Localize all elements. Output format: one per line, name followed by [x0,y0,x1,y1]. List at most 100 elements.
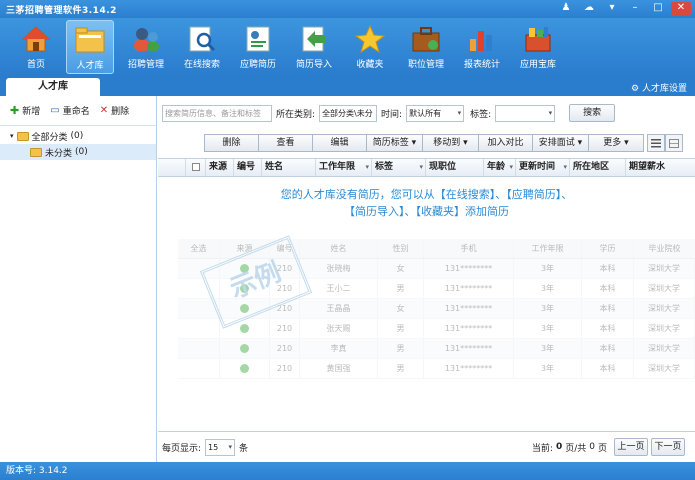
col-name[interactable]: 姓名 [262,159,316,176]
resume-icon [240,344,249,353]
minimize-button[interactable]: – [625,2,645,15]
tree-label: 全部分类 [31,132,68,143]
title-bar: 三茅招聘管理软件3.14.2 ♟ ☁ ▾ – □ ✕ [0,0,695,18]
resume-icon [242,23,274,55]
time-select[interactable]: 默认所有 ▾ [406,104,465,122]
move-to-button[interactable]: 移动到 ▾ [422,134,478,152]
toolbar-applications[interactable]: 应聘简历 [234,20,282,74]
per-page-label: 每页显示: [162,444,202,454]
col-update-time[interactable]: 更新时间 ▾ [516,159,570,176]
content-area: 搜索简历信息、备注和标签 所在类别: 全部分类\未分 时间: 默认所有 ▾ 标签:… [158,96,695,462]
toolbar-favorites[interactable]: 收藏夹 [346,20,394,74]
list-view-icon[interactable] [647,134,665,152]
maximize-button[interactable]: □ [648,2,668,15]
col-current-position[interactable]: 现职位 [426,159,484,176]
menu-icon[interactable]: ▾ [602,2,622,15]
tag-label: 标签: [470,109,492,120]
current-label: 当前: [531,443,553,454]
main-panel: ✚ 新增 ▭ 重命名 ✕ 删除 ▾ 全部分类 (0) 未分类 (0) 搜索简历信… [0,96,695,462]
col-location[interactable]: 所在地区 [570,159,626,176]
import-icon [298,23,330,55]
more-button[interactable]: 更多 ▾ [588,134,644,152]
page-nav: 当前: 0 页/共 0 页 上一页 下一页 [532,438,685,456]
tab-talent-pool[interactable]: 人才库 [6,78,100,96]
search-button[interactable]: 搜索 [569,104,616,122]
col-work-years[interactable]: 工作年限 ▾ [316,159,372,176]
detail-view-icon[interactable] [665,134,683,152]
search-input[interactable]: 搜索简历信息、备注和标签 [162,104,272,122]
toolbar-recruit-manage[interactable]: 招聘管理 [122,20,170,74]
add-category-button[interactable]: ✚ 新增 [10,104,40,117]
rename-icon: ▭ [50,105,60,116]
sample-col: 毕业院校 [648,244,681,253]
tab-bar: 人才库 ⚙ 人才库设置 [0,76,695,96]
gear-icon: ⚙ [631,84,640,94]
sample-col: 手机 [424,239,514,258]
delete-button[interactable]: 删除 [204,134,258,152]
toolbar-talent-pool[interactable]: 人才库 [66,20,114,74]
sample-col: 全选 [178,239,220,258]
toolbar-app-store[interactable]: 应用宝库 [514,20,562,74]
col-expected-salary[interactable]: 期望薪水 [626,159,695,176]
page-size-control: 每页显示: 15 ▾ 条 [162,439,248,456]
col-tags[interactable]: 标签 ▾ [372,159,426,176]
col-number[interactable]: 编号 [234,159,262,176]
next-page-button[interactable]: 下一页 [651,438,685,456]
add-label: 新增 [22,107,41,117]
delete-label: 删除 [111,107,130,117]
tree-node-all[interactable]: ▾ 全部分类 (0) [0,128,156,144]
feedback-icon[interactable]: ☁ [579,2,599,15]
chevron-down-icon: ▾ [457,108,462,117]
page-unit: 页 [597,443,607,454]
collapse-icon[interactable]: ▾ [10,132,14,140]
toolbar-resume-import[interactable]: 简历导入 [290,20,338,74]
close-button[interactable]: ✕ [671,2,691,15]
rename-category-button[interactable]: ▭ 重命名 [50,104,89,117]
category-label: 所在类别: [276,109,316,120]
current-page: 0 [555,442,563,452]
resume-tag-button[interactable]: 简历标签 ▾ [366,134,422,152]
delete-category-button[interactable]: ✕ 删除 [100,104,129,117]
sample-col: 性别 [378,239,424,258]
toolbar-label: 人才库 [76,61,104,71]
tree-node-uncategorized[interactable]: 未分类 (0) [0,144,156,160]
sample-preview: 全选 来源 编号 姓名 性别 手机 工作年限 学历 毕业院校 210 张晓梅女 13… [178,235,695,399]
sample-row: 210 李真男 131******** 3年 本科 深圳大学 [178,339,695,359]
category-select[interactable]: 全部分类\未分 [319,104,378,122]
tree-count: (0) [75,147,88,157]
view-button[interactable]: 查看 [258,134,312,152]
edit-button[interactable]: 编辑 [312,134,366,152]
add-compare-button[interactable]: 加入对比 [478,134,532,152]
time-label: 时间: [381,109,403,120]
search-icon [186,23,218,55]
sample-row: 210 张天赐男 131******** 3年 本科 深圳大学 [178,319,695,339]
talent-pool-settings[interactable]: ⚙ 人才库设置 [631,81,687,94]
resume-icon [240,364,249,373]
resume-icon [240,324,249,333]
search-row: 搜索简历信息、备注和标签 所在类别: 全部分类\未分 时间: 默认所有 ▾ 标签:… [162,104,616,122]
toolbar-online-search[interactable]: 在线搜索 [178,20,226,74]
toolbar-job-manage[interactable]: 职位管理 [402,20,450,74]
home-icon [20,23,52,55]
tree-label: 未分类 [45,148,73,159]
bar-chart-icon [466,23,498,55]
col-age[interactable]: 年龄 ▾ [484,159,516,176]
col-source[interactable]: 来源 [206,159,234,176]
status-bar: 版本号: 3.14.2 [0,462,695,480]
toolbar-label: 简历导入 [295,60,332,70]
toolbar-reports[interactable]: 报表统计 [458,20,506,74]
per-page-select[interactable]: 15 ▾ [205,439,236,456]
select-all-checkbox[interactable] [186,159,206,176]
toolbar-home[interactable]: 首页 [12,20,60,74]
tag-select[interactable]: ▾ [495,104,556,122]
category-sidebar: ✚ 新增 ▭ 重命名 ✕ 删除 ▾ 全部分类 (0) 未分类 (0) [0,96,157,462]
schedule-interview-button[interactable]: 安排面试 ▾ [532,134,588,152]
folder-icon [74,24,106,56]
page-sep: 页/共 [565,443,587,454]
briefcase-icon [410,23,442,55]
prev-page-button[interactable]: 上一页 [614,438,648,456]
sample-col: 姓名 [300,239,378,258]
tree-count: (0) [70,131,84,141]
plus-icon: ✚ [10,104,20,117]
skin-icon[interactable]: ♟ [556,2,576,15]
